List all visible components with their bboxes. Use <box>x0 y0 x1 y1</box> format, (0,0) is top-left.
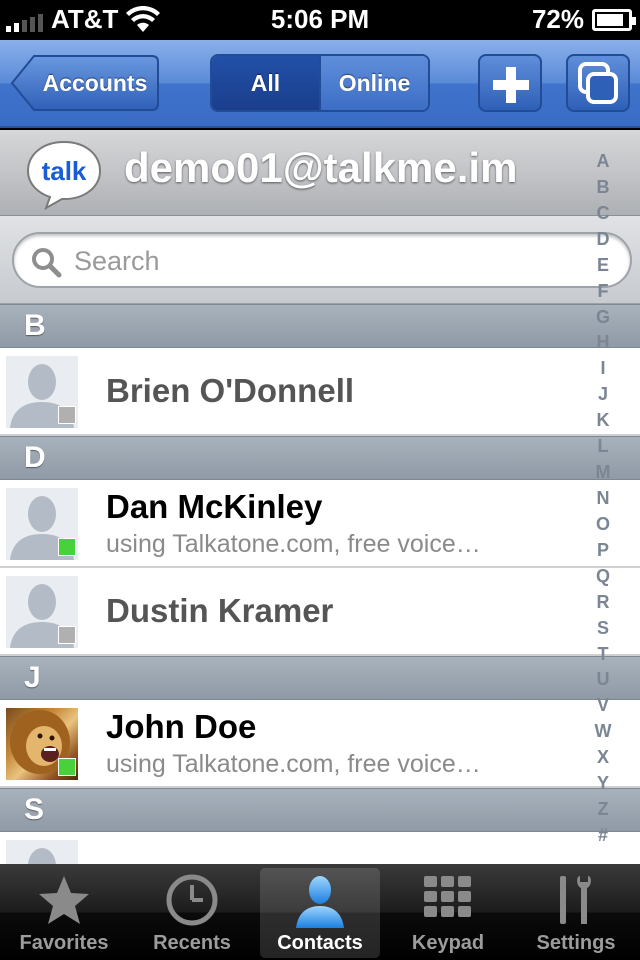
search-icon <box>32 248 62 278</box>
default-avatar-icon <box>6 840 78 864</box>
index-letter[interactable]: O <box>596 515 610 533</box>
index-letter[interactable]: R <box>597 593 610 611</box>
index-letter[interactable]: F <box>598 282 609 300</box>
google-talk-logo-icon: talk <box>26 140 102 210</box>
online-status-indicator <box>58 758 76 776</box>
index-letter[interactable]: G <box>596 308 610 326</box>
account-name: demo01@talkme.im <box>124 144 518 191</box>
windows-icon <box>578 62 618 104</box>
index-letter[interactable]: I <box>600 359 605 377</box>
tab-label: Contacts <box>277 932 363 954</box>
battery-icon <box>592 8 636 31</box>
contact-row-dustin-kramer[interactable]: Dustin Kramer <box>0 568 640 656</box>
contact-name: Dustin Kramer <box>106 592 334 629</box>
search-field[interactable] <box>12 232 632 288</box>
offline-status-indicator <box>58 626 76 644</box>
index-letter[interactable]: J <box>598 385 608 403</box>
index-letter[interactable]: H <box>597 333 610 351</box>
clock-icon <box>166 874 218 926</box>
keypad-icon <box>424 876 471 917</box>
index-letter[interactable]: W <box>595 722 612 740</box>
index-letter[interactable]: P <box>597 541 609 559</box>
section-index[interactable]: A B C D E F G H I J K L M N O P Q R S T U V W X Y Z # <box>588 152 618 844</box>
navigation-bar: Accounts All Online <box>0 40 640 128</box>
index-letter[interactable]: A <box>597 152 610 170</box>
search-input[interactable] <box>74 242 574 280</box>
add-contact-button[interactable] <box>478 54 542 112</box>
settings-icon <box>560 876 591 924</box>
contact-name: Dan McKinley <box>106 488 323 525</box>
talk-logo-text: talk <box>42 156 87 186</box>
contact-row-partial[interactable] <box>0 832 640 864</box>
contact-row-john-doe[interactable]: John Doe using Talkatone.com, free voice… <box>0 700 640 788</box>
accounts-back-label: Accounts <box>42 70 148 96</box>
index-letter[interactable]: # <box>598 826 608 844</box>
tab-keypad[interactable]: Keypad <box>384 864 512 960</box>
index-letter[interactable]: K <box>597 411 610 429</box>
index-letter[interactable]: X <box>597 748 609 766</box>
tab-bar: Favorites Recents Contacts Keypad Settin… <box>0 864 640 960</box>
index-letter[interactable]: S <box>597 619 609 637</box>
index-letter[interactable]: V <box>597 696 609 714</box>
segment-online[interactable]: Online <box>321 56 428 110</box>
index-letter[interactable]: U <box>597 670 610 688</box>
offline-status-indicator <box>58 406 76 424</box>
online-status-indicator <box>58 538 76 556</box>
contact-status-message: using Talkatone.com, free voice… <box>106 750 481 778</box>
index-letter[interactable]: T <box>598 645 609 663</box>
tab-favorites[interactable]: Favorites <box>0 864 128 960</box>
contacts-icon <box>296 876 344 928</box>
index-letter[interactable]: M <box>596 463 611 481</box>
section-header-s: S <box>0 788 640 832</box>
index-letter[interactable]: Z <box>598 800 609 818</box>
tab-label: Favorites <box>19 932 109 954</box>
index-letter[interactable]: N <box>597 489 610 507</box>
index-letter[interactable]: D <box>597 230 610 248</box>
tab-settings[interactable]: Settings <box>512 864 640 960</box>
accounts-back-button[interactable]: Accounts <box>10 54 160 112</box>
index-letter[interactable]: Y <box>597 774 609 792</box>
contact-row-brien-odonnell[interactable]: Brien O'Donnell <box>0 348 640 436</box>
tab-contacts[interactable]: Contacts <box>256 864 384 960</box>
contact-list: B Brien O'Donnell D Dan McKinley using T… <box>0 304 640 864</box>
search-bar <box>0 216 640 304</box>
contact-name: Brien O'Donnell <box>106 372 355 409</box>
section-header-b: B <box>0 304 640 348</box>
tab-label: Keypad <box>411 932 485 954</box>
section-header-d: D <box>0 436 640 480</box>
tab-label: Recents <box>153 932 231 954</box>
account-header[interactable]: talk demo01@talkme.im <box>0 130 640 216</box>
section-header-j: J <box>0 656 640 700</box>
index-letter[interactable]: E <box>597 256 609 274</box>
segment-all[interactable]: All <box>212 56 321 110</box>
status-bar: AT&T 5:06 PM 72% <box>0 0 640 40</box>
battery-percent: 72% <box>531 4 584 34</box>
index-letter[interactable]: Q <box>596 567 610 585</box>
contact-row-dan-mckinley[interactable]: Dan McKinley using Talkatone.com, free v… <box>0 480 640 568</box>
windows-button[interactable] <box>566 54 630 112</box>
index-letter[interactable]: C <box>597 204 610 222</box>
star-icon <box>39 876 89 924</box>
plus-icon <box>493 67 529 103</box>
contact-name: John Doe <box>106 708 257 745</box>
filter-segmented-control: All Online <box>210 54 430 112</box>
index-letter[interactable]: L <box>598 437 609 455</box>
tab-label: Settings <box>536 932 616 954</box>
index-letter[interactable]: B <box>597 178 610 196</box>
tab-recents[interactable]: Recents <box>128 864 256 960</box>
contact-status-message: using Talkatone.com, free voice… <box>106 530 481 558</box>
